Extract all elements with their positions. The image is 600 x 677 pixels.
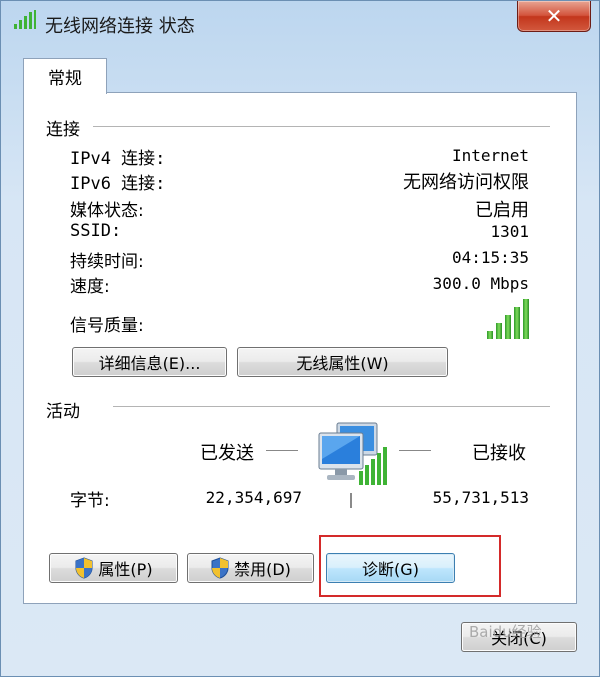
properties-button-label: 属性(P) <box>98 560 153 579</box>
tab-general-label: 常规 <box>48 69 82 89</box>
properties-button[interactable]: 属性(P) <box>49 553 178 583</box>
connection-divider <box>93 126 550 127</box>
window-title: 无线网络连接 状态 <box>45 16 195 37</box>
uac-shield-icon <box>211 557 229 579</box>
signal-bar <box>505 315 511 339</box>
details-button[interactable]: 详细信息(E)... <box>72 347 227 377</box>
close-window-button[interactable]: ✕ <box>517 1 591 32</box>
media-state-value: 已启用 <box>475 200 529 221</box>
activity-section-label: 活动 <box>46 402 80 422</box>
duration-label: 持续时间: <box>70 252 144 272</box>
highlight-annotation <box>319 535 501 597</box>
activity-separator <box>350 493 352 508</box>
bytes-label: 字节: <box>70 491 110 511</box>
ipv4-label: IPv4 连接: <box>70 149 166 169</box>
signal-bar <box>514 307 520 339</box>
watermark: Baidu经验 <box>469 623 542 641</box>
activity-divider <box>113 406 550 407</box>
close-icon: ✕ <box>545 4 563 28</box>
title-bar: 无线网络连接 状态 ✕ <box>1 1 600 45</box>
ipv6-label: IPv6 连接: <box>70 174 166 194</box>
sent-label: 已发送 <box>200 443 254 464</box>
connection-section-label: 连接 <box>46 120 80 140</box>
network-computers-icon <box>318 422 387 485</box>
status-dialog: 无线网络连接 状态 ✕ 常规 连接 IPv4 连接: Internet IPv6… <box>0 0 600 677</box>
signal-quality-label: 信号质量: <box>70 316 144 336</box>
uac-shield-icon <box>75 557 93 579</box>
wireless-properties-button[interactable]: 无线属性(W) <box>237 347 448 377</box>
sent-line <box>266 450 298 451</box>
wireless-signal-icon <box>14 10 36 29</box>
signal-bar <box>523 299 529 339</box>
signal-strength-icon <box>487 299 529 339</box>
ssid-value: 1301 <box>490 222 529 241</box>
ssid-label: SSID: <box>70 221 122 241</box>
ipv6-value: 无网络访问权限 <box>403 172 529 193</box>
disable-button[interactable]: 禁用(D) <box>187 553 314 583</box>
tab-general[interactable]: 常规 <box>23 58 107 94</box>
media-state-label: 媒体状态: <box>70 201 144 221</box>
disable-button-label: 禁用(D) <box>234 560 291 579</box>
ipv4-value: Internet <box>451 146 529 165</box>
duration-value: 04:15:35 <box>451 248 529 267</box>
bytes-received-value: 55,731,513 <box>432 488 529 507</box>
bytes-sent-value: 22,354,697 <box>205 488 302 507</box>
speed-label: 速度: <box>70 277 110 297</box>
speed-value: 300.0 Mbps <box>432 274 529 293</box>
signal-bar <box>487 331 493 339</box>
received-label: 已接收 <box>472 443 526 464</box>
details-button-label: 详细信息(E)... <box>98 354 201 373</box>
received-line <box>399 450 431 451</box>
wireless-properties-button-label: 无线属性(W) <box>296 354 389 373</box>
signal-bar <box>496 323 502 339</box>
